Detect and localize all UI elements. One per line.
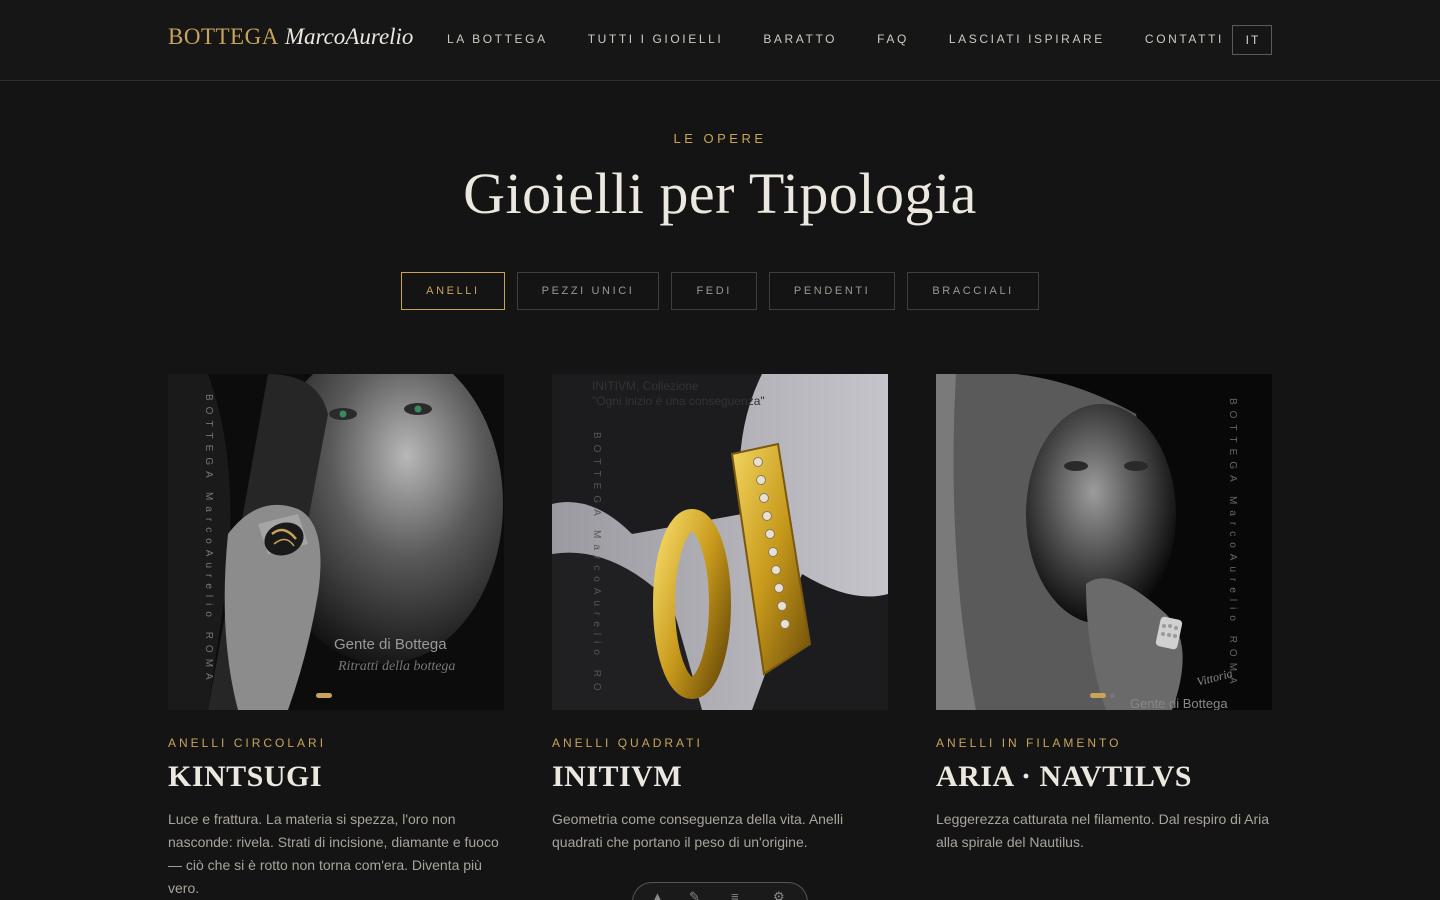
logo-name: MarcoAurelio (284, 24, 414, 49)
product-photo-initivm[interactable]: INITIVM, Collezione "Ogni inizio è una c… (552, 374, 888, 710)
brush-icon[interactable]: ✎ (689, 889, 700, 900)
overlay-vertical-text: BOTTEGA MarcoAurelio ROMA (203, 394, 214, 686)
product-photo-aria-navtilvs[interactable]: BOTTEGA MarcoAurelio ROMA Vittoria Gente… (936, 374, 1272, 710)
logo[interactable]: BOTTEGA MarcoAurelio (168, 24, 413, 50)
ring-image: INITIVM, Collezione "Ogni inizio è una c… (552, 374, 888, 710)
product-photo-kintsugi[interactable]: BOTTEGA MarcoAurelio ROMA Gente di Botte… (168, 374, 504, 710)
category-filters: ANELLI PEZZI UNICI FEDI PENDENTI BRACCIA… (0, 272, 1440, 310)
card-category: ANELLI CIRCOLARI (168, 736, 327, 750)
card-title[interactable]: ARIA · NAVTILVS (936, 760, 1272, 794)
text-icon[interactable]: ▲ (651, 889, 664, 900)
menu-icon[interactable]: ≡ (731, 889, 739, 900)
card-description: Leggerezza catturata nel filamento. Dal … (936, 811, 1270, 850)
product-card[interactable]: INITIVM, Collezione "Ogni inizio è una c… (552, 374, 888, 854)
overlay-subcaption: Ritratti della bottega (337, 659, 455, 674)
carousel-dot-active[interactable] (1090, 693, 1106, 698)
card-category: ANELLI IN FILAMENTO (936, 736, 1122, 750)
card-category: ANELLI QUADRATI (552, 736, 703, 750)
overlay-caption: Gente di Bottega (334, 636, 447, 653)
overlay-vertical-text: BOTTEGA MarcoAurelio RO (591, 432, 602, 697)
overlay-caption: "Ogni inizio è una conseguenza" (592, 394, 765, 408)
overlay-vertical-text: BOTTEGA MarcoAurelio ROMA (1227, 398, 1238, 690)
overlay-title: INITIVM, Collezione (592, 379, 699, 393)
gear-icon[interactable]: ⚙ (773, 889, 785, 900)
nav-baratto[interactable]: BARATTO (763, 32, 837, 46)
filter-fedi[interactable]: FEDI (671, 272, 757, 310)
nav-tutti-i-gioielli[interactable]: TUTTI I GIOIELLI (588, 32, 724, 46)
product-card[interactable]: BOTTEGA MarcoAurelio ROMA Vittoria Gente… (936, 374, 1272, 854)
carousel-dot-active[interactable] (316, 693, 332, 698)
card-description: Geometria come conseguenza della vita. A… (552, 811, 844, 850)
main-menu: LA BOTTEGA TUTTI I GIOIELLI BARATTO FAQ … (447, 32, 1264, 46)
top-nav: BOTTEGA MarcoAurelio LA BOTTEGA TUTTI I G… (0, 0, 1440, 81)
section-eyebrow: LE OPERE (673, 131, 767, 146)
nav-la-bottega[interactable]: LA BOTTEGA (447, 32, 548, 46)
page-title: Gioielli per Tipologia (463, 161, 977, 226)
logo-brand: BOTTEGA (168, 24, 279, 49)
card-description: Luce e frattura. La materia si spezza, l… (168, 811, 499, 896)
carousel-dot[interactable] (1110, 693, 1115, 698)
filter-pezzi-unici[interactable]: PEZZI UNICI (516, 272, 660, 310)
language-button[interactable]: IT (1232, 25, 1272, 55)
filter-anelli[interactable]: ANELLI (401, 272, 505, 310)
nav-contatti[interactable]: CONTATTI (1145, 32, 1224, 46)
floating-toolbar[interactable]: ▲ ✎ ≡ ⚙ (632, 882, 808, 900)
overlay-caption: Gente di Bottega (1130, 696, 1228, 710)
product-card[interactable]: BOTTEGA MarcoAurelio ROMA Gente di Botte… (168, 374, 504, 900)
filter-bracciali[interactable]: BRACCIALI (907, 272, 1039, 310)
card-title[interactable]: KINTSUGI (168, 760, 504, 794)
carousel-dots[interactable] (1090, 693, 1115, 698)
portrait-image: BOTTEGA MarcoAurelio ROMA Vittoria Gente… (936, 374, 1272, 710)
portrait-image: BOTTEGA MarcoAurelio ROMA Gente di Botte… (168, 374, 504, 710)
card-title[interactable]: INITIVM (552, 760, 888, 794)
nav-lasciati-ispirare[interactable]: LASCIATI ISPIRARE (949, 32, 1105, 46)
carousel-dots[interactable] (316, 693, 332, 698)
nav-faq[interactable]: FAQ (877, 32, 909, 46)
filter-pendenti[interactable]: PENDENTI (768, 272, 896, 310)
